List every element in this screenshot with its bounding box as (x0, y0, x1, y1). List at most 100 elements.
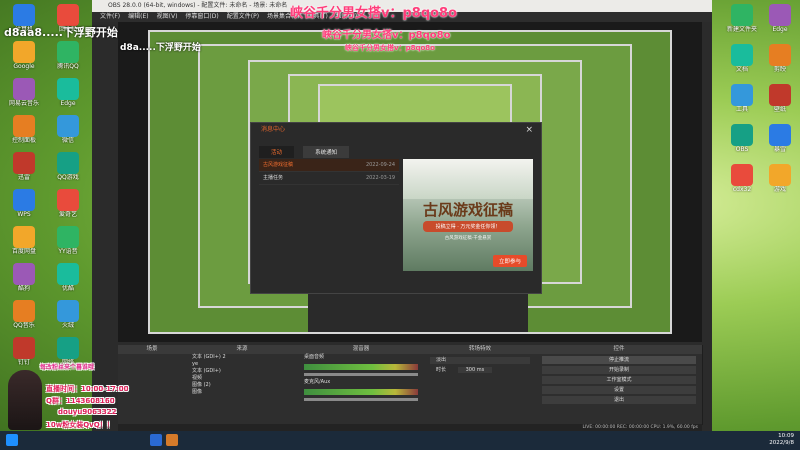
desktop-icon[interactable]: OBS (722, 124, 762, 153)
streamer-schedule: 直播时间：10:00-17:00 (46, 385, 129, 393)
desktop-icon-label: 迅雷 (17, 174, 30, 181)
desktop-icon[interactable]: YY语音 (48, 226, 88, 255)
app-icon (13, 189, 35, 211)
taskbar-edge-icon[interactable] (150, 434, 162, 446)
promo-title: 古风游戏征稿 (422, 201, 513, 219)
desktop-icon[interactable]: 酷狗 (4, 263, 44, 292)
sources-list[interactable]: 文本 (GDI+) 2 ye 文本 (GDI+) 视频 图像 (2) 图像 (186, 354, 298, 396)
desktop-icon-label: 百度网盘 (11, 248, 36, 255)
desktop-icon[interactable]: 腾讯QQ (48, 41, 88, 70)
clock-time: 10:09 (778, 433, 794, 439)
app-icon (57, 226, 79, 248)
desktop-icon[interactable]: 壁纸 (760, 84, 800, 113)
app-icon (57, 189, 79, 211)
desktop-icon[interactable]: 网易云音乐 (4, 78, 44, 107)
source-row[interactable]: 图像 (186, 389, 298, 396)
mic-audio-slider[interactable] (304, 398, 418, 401)
source-row[interactable]: 图像 (2) (186, 382, 298, 389)
desktop-icon[interactable]: WPS (4, 189, 44, 218)
desktop-icon[interactable]: 工具 (722, 84, 762, 113)
source-row[interactable]: 文本 (GDI+) 2 (186, 354, 298, 361)
desktop-icon-label: YY语音 (58, 248, 78, 255)
desktop-icon[interactable]: Edge (48, 78, 88, 107)
join-now-button[interactable]: 立即参与 (492, 255, 527, 267)
desktop-icon[interactable]: 新建文件夹 (722, 4, 762, 33)
app-icon (13, 4, 35, 26)
app-icon (13, 78, 35, 100)
desktop-icon[interactable]: 火绒 (48, 300, 88, 329)
desktop-icon[interactable]: 优酷 (48, 263, 88, 292)
app-icon (13, 263, 35, 285)
control-button[interactable]: 开始录制 (542, 366, 696, 374)
menu-item[interactable]: 编辑(E) (128, 13, 148, 20)
tab-system-notices[interactable]: 系统通知 (303, 146, 350, 158)
desktop-icon-label: 钉钉 (17, 359, 30, 366)
desktop-icon[interactable]: 迅雷 (4, 152, 44, 181)
sources-dock-header: 来源 (186, 345, 298, 354)
overlay-caption-left-2: d8a.....下浮野开始 (120, 43, 201, 53)
desktop-icon[interactable]: 微信 (48, 115, 88, 144)
promo-subtitle: 古风游戏征稿·千金悬赏 (444, 236, 492, 241)
desktop-icon-label: 工具 (735, 106, 748, 113)
menu-item[interactable]: 视图(V) (157, 13, 178, 20)
list-item[interactable]: 主播任务 2022-03-19 (259, 172, 399, 185)
desktop-icon-label: cdx32 (732, 186, 752, 193)
desktop-icon[interactable]: 爱奇艺 (48, 189, 88, 218)
start-icon[interactable] (6, 434, 18, 446)
menu-item[interactable]: 文件(F) (100, 13, 120, 20)
close-icon[interactable]: × (525, 125, 533, 135)
transition-duration-value[interactable]: 300 ms (457, 367, 493, 373)
mixer-dock[interactable]: 混音器 桌面音频 麦克风/Aux (298, 345, 425, 425)
desktop-icon-label: 文档 (735, 66, 748, 73)
desktop-audio-meter[interactable] (304, 364, 418, 370)
source-row[interactable]: 文本 (GDI+) (186, 368, 298, 375)
desktop-icon[interactable]: 暴雪 (760, 124, 800, 153)
desktop-audio-slider[interactable] (304, 373, 418, 376)
transition-duration[interactable]: 时长 300 ms (430, 367, 530, 374)
desktop-icon[interactable]: 钉钉 (4, 337, 44, 366)
desktop-icon[interactable]: QQ游戏 (48, 152, 88, 181)
menu-item[interactable]: 停靠窗口(D) (185, 13, 218, 20)
transition-type[interactable]: 淡出 (430, 357, 530, 364)
tab-activities[interactable]: 活动 (259, 146, 295, 158)
control-button[interactable]: 工作室模式 (542, 376, 696, 384)
streamer-douyu-id: douyu9063322 (58, 408, 117, 416)
source-row[interactable]: 视频 (186, 375, 298, 382)
sources-dock[interactable]: 来源 文本 (GDI+) 2 ye 文本 (GDI+) 视频 图像 (2) 图像 (186, 345, 299, 425)
desktop-icon[interactable]: 控制面板 (4, 115, 44, 144)
desktop-icon[interactable]: 百度网盘 (4, 226, 44, 255)
desktop-icon[interactable]: QQ音乐 (4, 300, 44, 329)
control-button[interactable]: 退出 (542, 396, 696, 404)
app-icon (13, 41, 35, 63)
list-item[interactable]: 古风游戏征稿 2022-09-24 (259, 159, 399, 172)
controls-dock[interactable]: 控件 停止推流 开始录制 工作室模式 设置 退出 (536, 345, 703, 425)
clock-date: 2022/9/8 (769, 440, 794, 446)
app-icon (57, 300, 79, 322)
mixer-dock-header: 混音器 (298, 345, 424, 354)
app-icon (57, 4, 79, 26)
menu-item[interactable]: 配置文件(P) (227, 13, 259, 20)
desktop-icon-label: 爱奇艺 (58, 211, 77, 218)
source-row[interactable]: ye (186, 361, 298, 368)
app-icon (57, 337, 79, 359)
desktop-icon[interactable]: cdx32 (722, 164, 762, 193)
taskbar-folder-icon[interactable] (166, 434, 178, 446)
system-clock[interactable]: 10:09 2022/9/8 (769, 433, 794, 447)
control-button[interactable]: 停止推流 (542, 356, 696, 364)
desktop-icon-label: OBS (735, 146, 749, 153)
app-icon (731, 164, 753, 186)
desktop-icon[interactable]: 剪映 (760, 44, 800, 73)
desktop-icon[interactable]: Edge (760, 4, 800, 33)
overlay-caption-left: d8aa8.....下浮野开始 (4, 26, 118, 39)
desktop-icon-label: 游戏 (773, 186, 786, 193)
desktop-icon-label: 壁纸 (773, 106, 786, 113)
desktop-icon[interactable]: Google (4, 41, 44, 70)
desktop-icon[interactable]: 文档 (722, 44, 762, 73)
desktop-icon[interactable]: 游戏 (760, 164, 800, 193)
mic-audio-meter[interactable] (304, 389, 418, 395)
control-button[interactable]: 设置 (542, 386, 696, 394)
message-center-dialog[interactable]: 消息中心 × 活动 系统通知 古风游戏征稿 2022-09-24 主播任务 20… (250, 122, 542, 294)
transitions-dock[interactable]: 转场特效 淡出 时长 300 ms (424, 345, 537, 425)
promo-banner[interactable]: 古风游戏征稿 投稿立得 · 万元奖金任你领！ 古风游戏征稿·千金悬赏 立即参与 (403, 159, 533, 271)
dialog-tabs: 活动 系统通知 (259, 139, 353, 158)
